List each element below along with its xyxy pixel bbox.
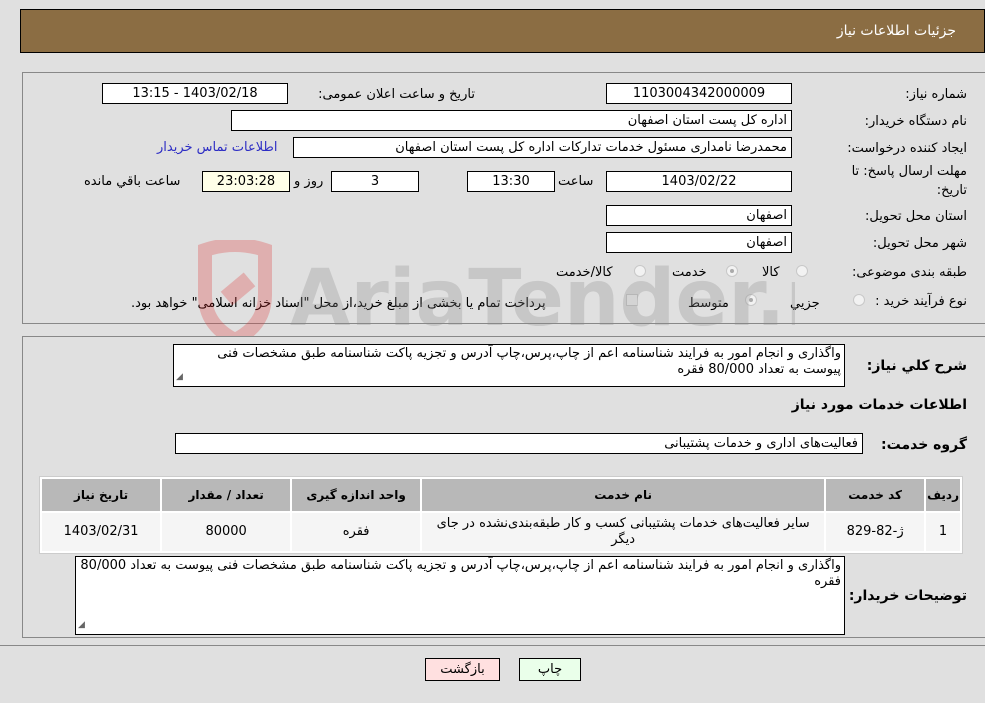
announce-datetime-field: 1403/02/18 - 13:15 bbox=[102, 83, 288, 104]
page-title: جزئيات اطلاعات نیاز bbox=[836, 23, 956, 39]
category-radio-goods[interactable] bbox=[796, 265, 808, 277]
announce-label: تاریخ و ساعت اعلان عمومی: bbox=[318, 87, 475, 102]
process-radio-minor[interactable] bbox=[853, 294, 865, 306]
page-header: جزئيات اطلاعات نیاز bbox=[20, 9, 985, 53]
buyer-contact-link[interactable]: اطلاعات تماس خریدار bbox=[157, 140, 277, 155]
process-option-medium: متوسط bbox=[688, 296, 729, 311]
category-option-goods-service: کالا/خدمت bbox=[556, 265, 613, 280]
services-heading: اطلاعات خدمات مورد نیاز bbox=[791, 397, 967, 413]
col-service-name: نام خدمت bbox=[422, 479, 825, 511]
table-header-row: ردیف کد خدمت نام خدمت واحد اندازه گیری ت… bbox=[42, 479, 960, 511]
payment-note: پرداخت تمام یا بخشی از مبلغ خرید،از محل … bbox=[131, 296, 546, 311]
category-radio-service[interactable] bbox=[726, 265, 738, 277]
resize-grip-icon[interactable]: ◢ bbox=[78, 617, 85, 633]
cell-service-code: ژ-82-829 bbox=[826, 513, 925, 551]
cell-unit: فقره bbox=[292, 513, 421, 551]
city-field: اصفهان bbox=[606, 232, 792, 253]
process-label: نوع فرآیند خرید : bbox=[875, 294, 967, 309]
col-unit: واحد اندازه گیری bbox=[292, 479, 421, 511]
city-label: شهر محل تحویل: bbox=[872, 236, 967, 251]
summary-text: واگذاری و انجام امور به فرایند شناسنامه … bbox=[217, 346, 841, 377]
buyer-org-label: نام دستگاه خریدار: bbox=[864, 114, 967, 129]
deadline-time-field: 13:30 bbox=[467, 171, 555, 192]
category-option-goods: کالا bbox=[762, 265, 780, 280]
creator-field: محمدرضا نامداری مسئول خدمات تدارکات ادار… bbox=[293, 137, 792, 158]
need-number-label: شماره نیاز: bbox=[905, 87, 967, 102]
back-button[interactable]: بازگشت bbox=[425, 658, 500, 681]
process-radio-medium[interactable] bbox=[745, 294, 757, 306]
need-number-field: 1103004342000009 bbox=[606, 83, 792, 104]
cell-need-date: 1403/02/31 bbox=[42, 513, 161, 551]
buyer-notes-text: واگذاری و انجام امور به فرایند شناسنامه … bbox=[80, 558, 841, 589]
province-label: استان محل تحویل: bbox=[865, 209, 967, 224]
col-quantity: تعداد / مقدار bbox=[162, 479, 291, 511]
summary-textarea[interactable]: واگذاری و انجام امور به فرایند شناسنامه … bbox=[173, 344, 845, 387]
category-label: طبقه بندی موضوعی: bbox=[851, 265, 967, 280]
cell-quantity: 80000 bbox=[162, 513, 291, 551]
service-group-field: فعالیت‌های اداری و خدمات پشتیبانی bbox=[175, 433, 863, 454]
col-need-date: تاریخ نیاز bbox=[42, 479, 161, 511]
col-row-number: ردیف bbox=[926, 479, 960, 511]
cell-row-number: 1 bbox=[926, 513, 960, 551]
resize-grip-icon[interactable]: ◢ bbox=[176, 369, 183, 385]
remaining-time-field: 23:03:28 bbox=[202, 171, 290, 192]
summary-label: شرح کلي نیاز: bbox=[866, 358, 967, 374]
deadline-time-label: ساعت bbox=[558, 174, 594, 189]
remaining-days-field: 3 bbox=[331, 171, 419, 192]
deadline-label-2: تاریخ: bbox=[936, 183, 967, 198]
service-group-label: گروه خدمت: bbox=[881, 437, 967, 453]
buyer-org-field: اداره کل پست استان اصفهان bbox=[231, 110, 792, 131]
services-table: ردیف کد خدمت نام خدمت واحد اندازه گیری ت… bbox=[39, 476, 963, 554]
province-field: اصفهان bbox=[606, 205, 792, 226]
col-service-code: کد خدمت bbox=[826, 479, 925, 511]
table-row: 1 ژ-82-829 سایر فعالیت‌های خدمات پشتیبان… bbox=[42, 513, 960, 551]
buyer-notes-label: توضیحات خریدار: bbox=[848, 588, 967, 604]
treasury-payment-checkbox[interactable] bbox=[626, 294, 638, 306]
process-option-minor: جزيي bbox=[790, 296, 820, 311]
days-label: روز و bbox=[294, 174, 324, 189]
deadline-label-1: مهلت ارسال پاسخ: تا bbox=[851, 164, 967, 179]
category-radio-goods-service[interactable] bbox=[634, 265, 646, 277]
category-option-service: خدمت bbox=[672, 265, 707, 280]
buyer-notes-textarea[interactable]: واگذاری و انجام امور به فرایند شناسنامه … bbox=[75, 556, 845, 635]
deadline-date-field: 1403/02/22 bbox=[606, 171, 792, 192]
print-button[interactable]: چاپ bbox=[519, 658, 581, 681]
remaining-label: ساعت باقي مانده bbox=[84, 174, 181, 189]
cell-service-name: سایر فعالیت‌های خدمات پشتیبانی کسب و کار… bbox=[422, 513, 825, 551]
creator-label: ایجاد کننده درخواست: bbox=[847, 141, 967, 156]
divider bbox=[0, 645, 985, 646]
